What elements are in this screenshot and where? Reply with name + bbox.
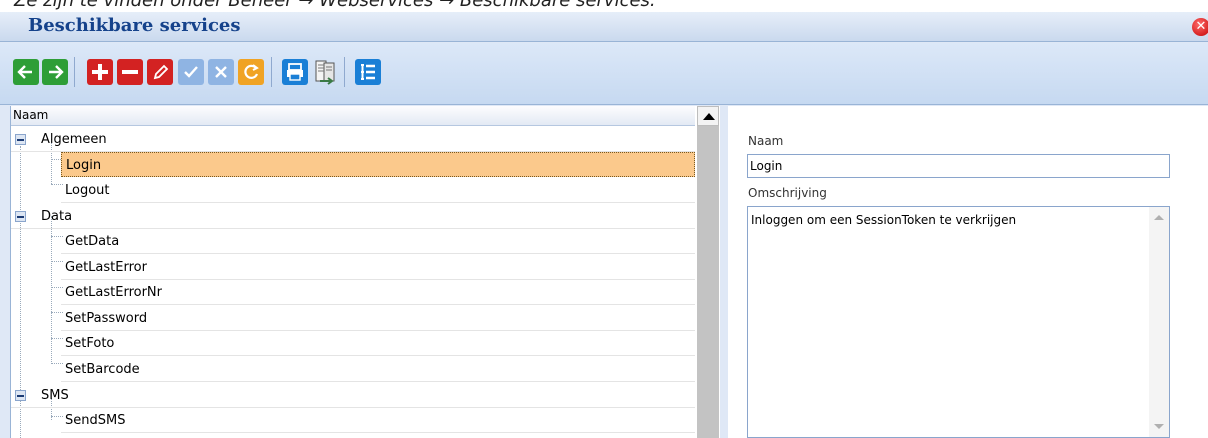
tree-group-data[interactable]: Data <box>11 204 695 229</box>
tree-item-logout[interactable]: Logout <box>61 178 695 203</box>
tree-item-getlasterror[interactable]: GetLastError <box>61 255 695 280</box>
pencil-icon <box>147 59 173 85</box>
export-icon <box>315 60 335 85</box>
add-button[interactable] <box>87 59 113 85</box>
print-button[interactable] <box>282 59 308 85</box>
title-bar: Beschikbare services ✕ <box>0 12 1208 42</box>
services-window: Beschikbare services ✕ Naam Algemeen Log… <box>0 12 1208 438</box>
columns-button[interactable] <box>355 59 381 85</box>
cancel-button[interactable] <box>208 59 234 85</box>
confirm-button[interactable] <box>178 59 204 85</box>
tree-scrollbar[interactable] <box>697 106 719 438</box>
refresh-icon <box>238 59 264 85</box>
description-scrollbar[interactable] <box>1149 207 1169 437</box>
list-icon <box>355 59 381 85</box>
tree-item-setbarcode[interactable]: SetBarcode <box>61 357 695 382</box>
collapse-icon[interactable] <box>15 390 26 401</box>
caption-text: Ze zijn te vinden onder Beheer → Webserv… <box>14 0 656 11</box>
tree-group-algemeen[interactable]: Algemeen <box>11 127 695 152</box>
collapse-icon[interactable] <box>15 211 26 222</box>
arrow-right-icon <box>42 59 68 85</box>
minus-icon <box>117 59 143 85</box>
detail-panel: Naam Omschrijving Inloggen om een Sessio… <box>728 106 1208 438</box>
delete-button[interactable] <box>117 59 143 85</box>
scroll-up-icon[interactable] <box>1154 215 1164 220</box>
tree-item-getlasterrornr[interactable]: GetLastErrorNr <box>61 280 695 305</box>
tree-item-setfoto[interactable]: SetFoto <box>61 331 695 356</box>
close-icon[interactable]: ✕ <box>1192 18 1208 36</box>
forward-button[interactable] <box>42 59 68 85</box>
refresh-button[interactable] <box>238 59 264 85</box>
services-tree: Naam Algemeen Login Logout Data GetData … <box>10 106 720 438</box>
print-icon <box>282 59 308 85</box>
window-title: Beschikbare services <box>28 15 241 36</box>
tree-group-sms[interactable]: SMS <box>11 383 695 408</box>
description-field[interactable]: Inloggen om een SessionToken te verkrijg… <box>747 206 1170 438</box>
export-button[interactable] <box>312 59 338 85</box>
check-icon <box>178 59 204 85</box>
name-label: Naam <box>748 134 784 148</box>
tree-item-sendsms[interactable]: SendSMS <box>61 408 695 433</box>
description-text: Inloggen om een SessionToken te verkrijg… <box>751 213 1017 227</box>
scroll-up-icon[interactable] <box>697 106 719 126</box>
tree-item-getdata[interactable]: GetData <box>61 229 695 254</box>
back-button[interactable] <box>13 59 39 85</box>
edit-button[interactable] <box>147 59 173 85</box>
scroll-down-icon[interactable] <box>1154 424 1164 429</box>
arrow-left-icon <box>13 59 39 85</box>
name-field[interactable] <box>747 154 1170 178</box>
toolbar <box>0 43 1208 105</box>
tree-item-login[interactable]: Login <box>61 152 695 177</box>
column-header-naam[interactable]: Naam <box>11 106 695 126</box>
tree-item-setpassword[interactable]: SetPassword <box>61 306 695 331</box>
plus-icon <box>87 59 113 85</box>
collapse-icon[interactable] <box>15 134 26 145</box>
description-label: Omschrijving <box>748 186 827 200</box>
pane-splitter[interactable] <box>720 106 728 438</box>
cross-icon <box>208 59 234 85</box>
